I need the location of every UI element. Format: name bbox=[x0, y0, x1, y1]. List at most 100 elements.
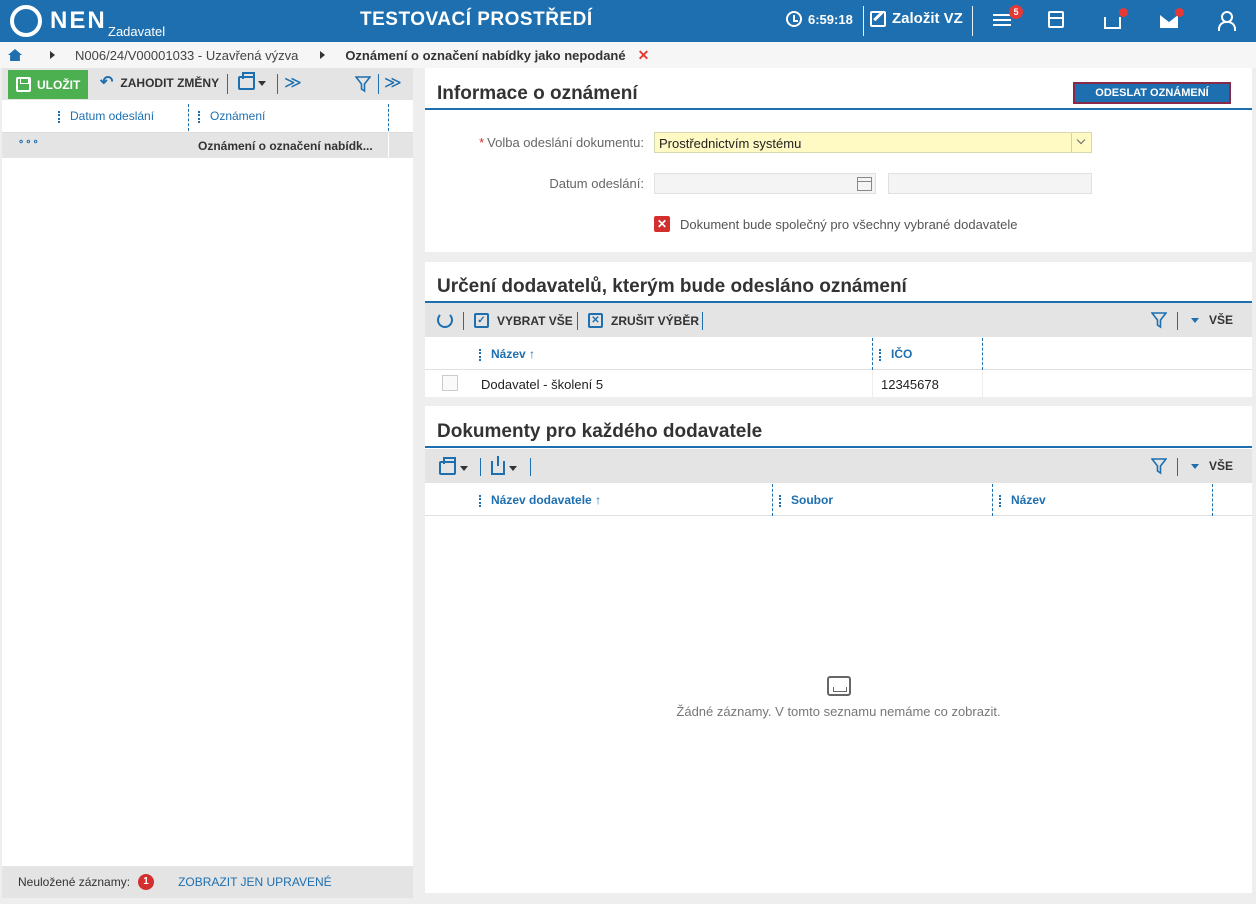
print-icon bbox=[238, 72, 255, 90]
discard-changes-button[interactable]: ↶ ZAHODIT ZMĚNY bbox=[100, 74, 220, 91]
column-menu-icon[interactable] bbox=[479, 494, 481, 507]
common-document-label: Dokument bude společný pro všechny vybra… bbox=[680, 217, 1018, 232]
common-document-checkbox[interactable]: ✕ bbox=[654, 216, 670, 232]
column-header-supplier-name[interactable]: Název dodavatele ↑ bbox=[479, 493, 601, 507]
column-header-name[interactable]: Název ↑ bbox=[479, 347, 535, 361]
left-footer: Neuložené záznamy: 1 ZOBRAZIT JEN UPRAVE… bbox=[2, 866, 413, 898]
send-notice-button[interactable]: ODESLAT OZNÁMENÍ bbox=[1073, 82, 1231, 104]
mail-notification-dot bbox=[1175, 8, 1184, 17]
chevron-down-icon bbox=[258, 80, 266, 86]
column-header-file[interactable]: Soubor bbox=[779, 493, 833, 507]
divider bbox=[388, 133, 389, 158]
divider bbox=[972, 6, 973, 36]
chevron-down-icon bbox=[460, 465, 468, 471]
calculator-icon[interactable] bbox=[1048, 11, 1068, 31]
column-menu-icon[interactable] bbox=[58, 110, 60, 123]
uncheck-box-icon: ✕ bbox=[588, 313, 603, 328]
deselect-button[interactable]: ✕ ZRUŠIT VÝBĚR bbox=[588, 313, 699, 328]
export-dropdown[interactable] bbox=[491, 456, 517, 475]
show-modified-only-link[interactable]: ZOBRAZIT JEN UPRAVENÉ bbox=[178, 875, 332, 889]
top-bar: NEN Zadavatel TESTOVACÍ PROSTŘEDÍ 6:59:1… bbox=[0, 0, 1256, 42]
calendar-icon[interactable] bbox=[857, 177, 872, 191]
column-divider[interactable] bbox=[872, 338, 873, 370]
send-time-input[interactable] bbox=[888, 173, 1092, 194]
panel-title: Dokumenty pro každého dodavatele bbox=[437, 421, 763, 442]
save-label: ULOŽIT bbox=[37, 77, 81, 92]
divider bbox=[872, 371, 873, 397]
column-divider[interactable] bbox=[1212, 484, 1213, 516]
table-row[interactable]: Dodavatel - školení 5 12345678 bbox=[425, 371, 1252, 397]
empty-state: Žádné záznamy. V tomto seznamu nemáme co… bbox=[425, 676, 1252, 719]
view-all-dropdown[interactable]: VŠE bbox=[1191, 459, 1233, 473]
filter-icon[interactable] bbox=[1151, 458, 1167, 475]
create-contract-button[interactable]: Založit VZ bbox=[870, 10, 963, 27]
delivery-choice-select[interactable]: Prostřednictvím systému bbox=[654, 132, 1092, 153]
collapse-panel-icon[interactable]: ≫ bbox=[384, 74, 402, 92]
delivery-choice-value: Prostřednictvím systému bbox=[659, 136, 802, 151]
expand-columns-icon[interactable]: ≫ bbox=[284, 74, 302, 92]
sort-asc-icon: ↑ bbox=[595, 493, 602, 507]
notice-info-panel: Informace o oznámení ODESLAT OZNÁMENÍ * V… bbox=[425, 68, 1252, 252]
print-dropdown[interactable] bbox=[238, 72, 266, 90]
chevron-down-icon[interactable] bbox=[1071, 133, 1091, 152]
list-item[interactable]: ∘∘∘ Oznámení o označení nabídk... bbox=[2, 133, 413, 158]
column-divider[interactable] bbox=[772, 484, 773, 516]
column-menu-icon[interactable] bbox=[198, 110, 200, 123]
divider bbox=[227, 74, 228, 94]
divider bbox=[863, 6, 864, 36]
session-time: 6:59:18 bbox=[808, 11, 853, 27]
breadcrumb-item-contract[interactable]: N006/24/V00001033 - Uzavřená výzva bbox=[75, 48, 298, 63]
panel-title: Určení dodavatelů, kterým bude odesláno … bbox=[437, 276, 907, 297]
column-divider[interactable] bbox=[388, 104, 389, 131]
column-divider[interactable] bbox=[982, 338, 983, 370]
column-header-title[interactable]: Oznámení bbox=[198, 109, 265, 123]
documents-toolbar: VŠE bbox=[425, 449, 1252, 483]
divider bbox=[277, 74, 278, 94]
filter-icon[interactable] bbox=[1151, 312, 1167, 329]
divider bbox=[1177, 312, 1178, 330]
divider bbox=[982, 371, 983, 397]
home-icon[interactable] bbox=[8, 49, 22, 61]
logo-subtitle: Zadavatel bbox=[108, 24, 166, 39]
empty-inbox-icon bbox=[826, 676, 851, 696]
row-checkbox[interactable] bbox=[442, 375, 458, 391]
nen-logo[interactable]: NEN bbox=[10, 4, 107, 38]
close-icon[interactable]: ✕ bbox=[638, 47, 650, 64]
column-divider[interactable] bbox=[992, 484, 993, 516]
send-date-input[interactable] bbox=[654, 173, 876, 194]
panel-title: Informace o oznámení bbox=[437, 83, 638, 104]
print-dropdown[interactable] bbox=[439, 457, 468, 475]
column-menu-icon[interactable] bbox=[999, 494, 1001, 507]
column-header-name[interactable]: Název bbox=[999, 493, 1046, 507]
column-divider[interactable] bbox=[188, 104, 189, 131]
divider bbox=[425, 446, 1252, 448]
undo-icon: ↶ bbox=[100, 74, 114, 91]
column-header-ico[interactable]: IČO bbox=[879, 347, 912, 361]
divider bbox=[1177, 458, 1178, 476]
left-grid-header: Datum odeslání Oznámení bbox=[2, 100, 413, 133]
delivery-choice-label: * Volba odeslání dokumentu: bbox=[479, 135, 644, 150]
left-list-panel: ULOŽIT ↶ ZAHODIT ZMĚNY ≫ ≫ Datum odeslán… bbox=[2, 68, 413, 898]
filter-icon[interactable] bbox=[355, 76, 371, 93]
column-header-date[interactable]: Datum odeslání bbox=[58, 109, 154, 123]
divider bbox=[425, 108, 1252, 110]
divider bbox=[530, 458, 531, 476]
refresh-button[interactable] bbox=[437, 312, 453, 328]
save-button[interactable]: ULOŽIT bbox=[8, 70, 88, 99]
upload-icon bbox=[491, 456, 505, 475]
chevron-down-icon bbox=[1191, 463, 1199, 469]
save-icon bbox=[16, 77, 31, 92]
breadcrumb: N006/24/V00001033 - Uzavřená výzva Oznám… bbox=[0, 42, 1256, 68]
divider bbox=[577, 312, 578, 330]
select-all-button[interactable]: ✓ VYBRAT VŠE bbox=[474, 313, 573, 328]
column-menu-icon[interactable] bbox=[479, 348, 481, 361]
discard-label: ZAHODIT ZMĚNY bbox=[120, 76, 220, 90]
column-menu-icon[interactable] bbox=[879, 348, 881, 361]
logo-icon bbox=[10, 5, 42, 37]
suppliers-toolbar: ✓ VYBRAT VŠE ✕ ZRUŠIT VÝBĚR VŠE bbox=[425, 303, 1252, 337]
more-icon[interactable]: ∘∘∘ bbox=[18, 137, 40, 148]
view-all-dropdown[interactable]: VŠE bbox=[1191, 313, 1233, 327]
breadcrumb-current: Oznámení o označení nabídky jako nepodan… bbox=[345, 47, 626, 63]
user-icon[interactable] bbox=[1217, 11, 1237, 31]
column-menu-icon[interactable] bbox=[779, 494, 781, 507]
